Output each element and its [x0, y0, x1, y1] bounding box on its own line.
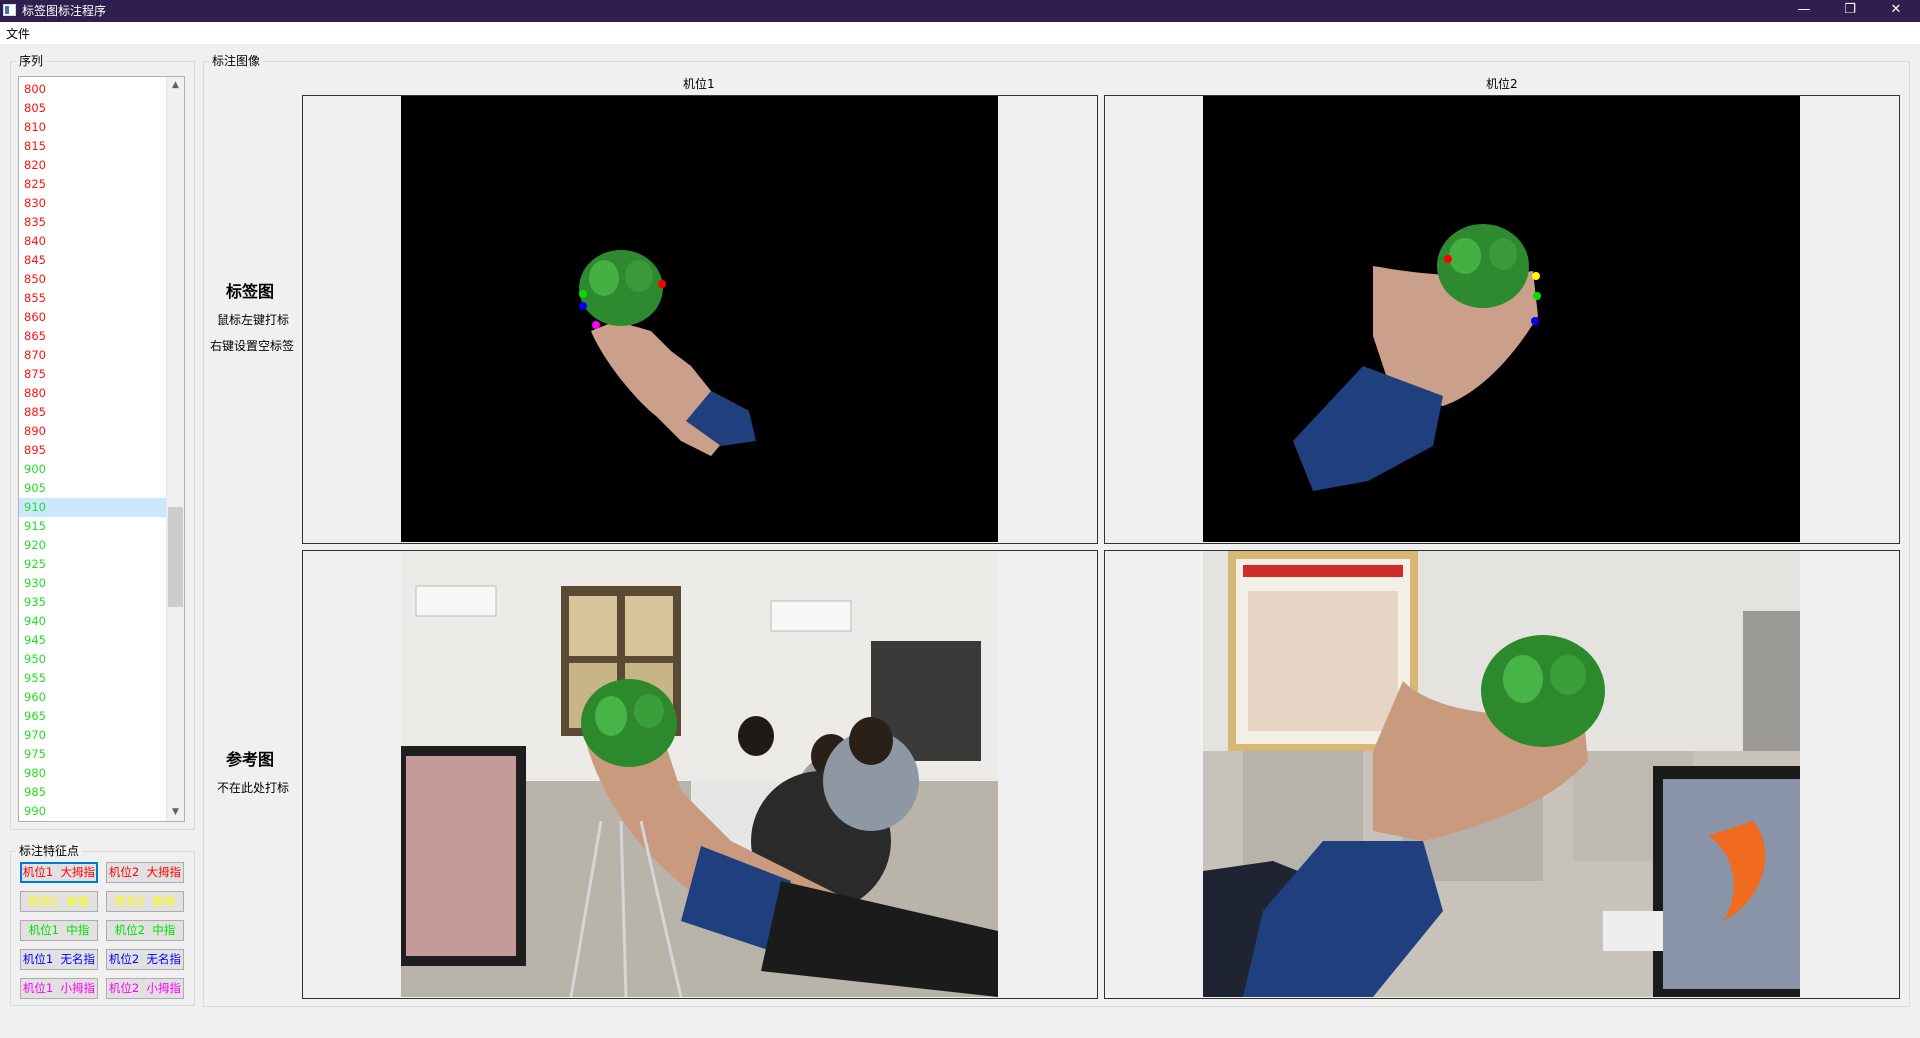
sequence-list[interactable]: 800 805 810 815 820 825 830 835 840 845 850 855 860 8… [18, 76, 185, 822]
feature-button-cam1-row4[interactable]: 机位1 无名指 [20, 949, 98, 970]
feature-button-cam1-row3[interactable]: 机位1 中指 [20, 920, 98, 941]
label-image-hint-left: 鼠标左键打标 [217, 313, 290, 327]
sequence-item-895[interactable]: 895 [19, 441, 166, 460]
sequence-item-815[interactable]: 815 [19, 137, 166, 156]
sequence-item-930[interactable]: 930 [19, 574, 166, 593]
sequence-scrollbar[interactable]: ▲ ▼ [166, 77, 184, 821]
sequence-item-880[interactable]: 880 [19, 384, 166, 403]
feature-button-cam1-row5[interactable]: 机位1 小拇指 [20, 978, 98, 999]
sequence-item-870[interactable]: 870 [19, 346, 166, 365]
sequence-item-860[interactable]: 860 [19, 308, 166, 327]
sequence-item-925[interactable]: 925 [19, 555, 166, 574]
reference-image-camera1-canvas [401, 551, 998, 997]
feature-button-cam2-row2[interactable]: 机位2 食指 [106, 891, 184, 912]
sequence-item-885[interactable]: 885 [19, 403, 166, 422]
sequence-item-865[interactable]: 865 [19, 327, 166, 346]
sequence-item-975[interactable]: 975 [19, 745, 166, 764]
sequence-item-990[interactable]: 990 [19, 802, 166, 821]
sequence-item-920[interactable]: 920 [19, 536, 166, 555]
sequence-item-960[interactable]: 960 [19, 688, 166, 707]
sequence-item-945[interactable]: 945 [19, 631, 166, 650]
reference-image-camera2-canvas [1203, 551, 1800, 997]
menu-file[interactable]: 文件 [6, 26, 30, 42]
sequence-item-850[interactable]: 850 [19, 270, 166, 289]
reference-image-camera1 [302, 550, 1098, 999]
close-button[interactable]: ✕ [1873, 0, 1919, 22]
sequence-item-855[interactable]: 855 [19, 289, 166, 308]
sequence-item-985[interactable]: 985 [19, 783, 166, 802]
sequence-item-845[interactable]: 845 [19, 251, 166, 270]
scroll-up-icon[interactable]: ▲ [167, 77, 184, 94]
sequence-item-980[interactable]: 980 [19, 764, 166, 783]
sequence-item-900[interactable]: 900 [19, 460, 166, 479]
label-image-camera1[interactable] [302, 95, 1098, 544]
reference-image-hint: 不在此处打标 [217, 781, 290, 795]
feature-button-cam2-row4[interactable]: 机位2 无名指 [106, 949, 184, 970]
menu-bar: 文件 [0, 22, 1920, 44]
label-image-camera2-canvas[interactable] [1203, 96, 1800, 542]
sequence-item-935[interactable]: 935 [19, 593, 166, 612]
label-image-title: 标签图 [226, 282, 275, 301]
reference-image-title: 参考图 [226, 750, 275, 769]
sequence-item-840[interactable]: 840 [19, 232, 166, 251]
middle-marker [579, 290, 587, 298]
label-image-hint-right: 右键设置空标签 [210, 339, 295, 353]
sequence-item-905[interactable]: 905 [19, 479, 166, 498]
feature-button-cam2-row5[interactable]: 机位2 小拇指 [106, 978, 184, 999]
sequence-item-810[interactable]: 810 [19, 118, 166, 137]
camera1-label: 机位1 [683, 77, 715, 91]
window-title: 标签图标注程序 [22, 4, 107, 18]
office-photo [1203, 551, 1800, 997]
middle-marker [1533, 292, 1541, 300]
sequence-item-875[interactable]: 875 [19, 365, 166, 384]
hand-mask-image [579, 250, 756, 456]
sequence-rows: 800 805 810 815 820 825 830 835 840 845 850 855 860 8… [19, 80, 166, 821]
sequence-item-965[interactable]: 965 [19, 707, 166, 726]
label-image-camera2[interactable] [1104, 95, 1900, 544]
sequence-item-835[interactable]: 835 [19, 213, 166, 232]
sequence-item-970[interactable]: 970 [19, 726, 166, 745]
ring-marker [1531, 317, 1539, 325]
feature-button-cam2-row1[interactable]: 机位2 大拇指 [106, 862, 184, 883]
sequence-group-title: 序列 [16, 54, 47, 68]
feature-button-cam1-row1[interactable]: 机位1 大拇指 [20, 862, 98, 883]
sequence-item-805[interactable]: 805 [19, 99, 166, 118]
sequence-item-830[interactable]: 830 [19, 194, 166, 213]
thumb-marker [1444, 255, 1452, 263]
hand-mask-image [1293, 224, 1541, 491]
scroll-down-icon[interactable]: ▼ [167, 804, 184, 821]
ring-marker [579, 302, 587, 310]
feature-group-title: 标注特征点 [16, 844, 83, 858]
sequence-item-955[interactable]: 955 [19, 669, 166, 688]
feature-button-cam1-row2[interactable]: 机位1 食指 [20, 891, 98, 912]
title-bar: 标签图标注程序 — ❐ ✕ [0, 0, 1920, 22]
pinky-marker [592, 321, 600, 329]
feature-button-cam2-row3[interactable]: 机位2 中指 [106, 920, 184, 941]
index-marker [1532, 272, 1540, 280]
sequence-item-950[interactable]: 950 [19, 650, 166, 669]
sequence-item-820[interactable]: 820 [19, 156, 166, 175]
restore-button[interactable]: ❐ [1827, 0, 1873, 22]
reference-image-camera2 [1104, 550, 1900, 999]
sequence-item-825[interactable]: 825 [19, 175, 166, 194]
office-photo [401, 551, 998, 997]
camera2-label: 机位2 [1486, 77, 1518, 91]
thumb-marker [658, 280, 666, 288]
app-icon [3, 4, 16, 16]
minimize-button[interactable]: — [1781, 0, 1827, 22]
scroll-thumb[interactable] [168, 507, 183, 607]
annotation-group-title: 标注图像 [209, 54, 264, 68]
sequence-item-940[interactable]: 940 [19, 612, 166, 631]
sequence-item-890[interactable]: 890 [19, 422, 166, 441]
sequence-item-800[interactable]: 800 [19, 80, 166, 99]
sequence-item-915[interactable]: 915 [19, 517, 166, 536]
label-image-camera1-canvas[interactable] [401, 96, 998, 542]
sequence-item-910[interactable]: 910 [19, 498, 166, 517]
